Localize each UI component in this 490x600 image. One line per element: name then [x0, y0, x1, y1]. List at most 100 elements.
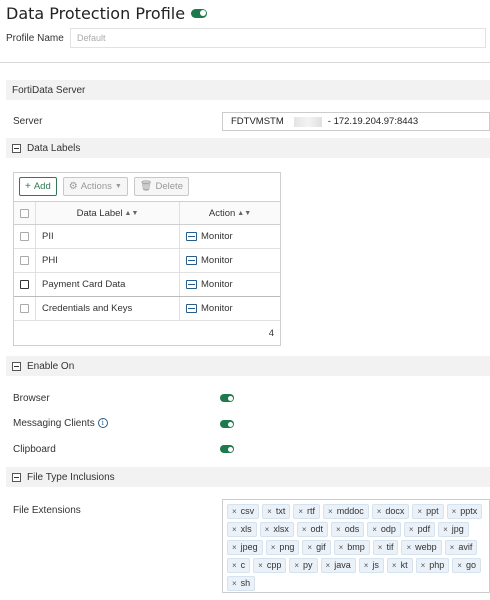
- file-extensions-label: File Extensions: [13, 505, 81, 516]
- remove-chip-icon[interactable]: ×: [336, 525, 341, 534]
- row-checkbox[interactable]: [20, 232, 29, 241]
- remove-chip-icon[interactable]: ×: [271, 543, 276, 552]
- table-row[interactable]: PHI Monitor: [14, 249, 280, 273]
- extension-chip: × pptx: [446, 503, 483, 519]
- extension-chip: × tif: [372, 539, 399, 555]
- extension-chip-label: jpg: [451, 524, 464, 534]
- profile-name-input[interactable]: Default: [70, 28, 486, 48]
- messaging-clients-label: Messaging Clients i: [13, 418, 108, 429]
- table-toolbar: + Add ⚙ Actions ▼ 🗑 Delete: [19, 177, 195, 196]
- extension-chip-label: go: [465, 560, 476, 570]
- extension-chip-label: rtf: [307, 506, 316, 516]
- remove-chip-icon[interactable]: ×: [417, 507, 422, 516]
- row-checkbox[interactable]: [20, 304, 29, 313]
- remove-chip-icon[interactable]: ×: [328, 507, 333, 516]
- collapse-icon[interactable]: [12, 143, 21, 153]
- divider: [0, 62, 490, 63]
- add-button[interactable]: + Add: [19, 177, 57, 196]
- remove-chip-icon[interactable]: ×: [232, 507, 237, 516]
- remove-chip-icon[interactable]: ×: [364, 561, 369, 570]
- remove-chip-icon[interactable]: ×: [232, 561, 237, 570]
- remove-chip-icon[interactable]: ×: [298, 507, 303, 516]
- profile-enabled-toggle[interactable]: [191, 8, 208, 18]
- extension-chip-label: xlsx: [273, 524, 289, 534]
- browser-label: Browser: [13, 393, 50, 404]
- select-all-checkbox[interactable]: [20, 208, 29, 218]
- profile-name-row: Profile Name Default: [6, 28, 486, 48]
- remove-chip-icon[interactable]: ×: [294, 561, 299, 570]
- remove-chip-icon[interactable]: ×: [372, 525, 377, 534]
- remove-chip-icon[interactable]: ×: [339, 543, 344, 552]
- extension-chip-label: java: [334, 560, 351, 570]
- remove-chip-icon[interactable]: ×: [232, 543, 237, 552]
- remove-chip-icon[interactable]: ×: [326, 561, 331, 570]
- caret-down-icon: ▼: [114, 183, 122, 190]
- clipboard-toggle[interactable]: [220, 445, 234, 453]
- extension-chip: × odt: [296, 521, 329, 537]
- file-extensions-input[interactable]: × csv × txt × rtf × mddoc × docx × ppt × pptx × xls × xls…: [222, 499, 490, 593]
- sort-icon: ▲▼: [237, 209, 252, 217]
- sort-icon: ▲▼: [124, 209, 139, 217]
- section-data-labels[interactable]: Data Labels: [6, 138, 490, 158]
- actions-dropdown[interactable]: ⚙ Actions ▼: [62, 177, 128, 196]
- extension-chip-label: gif: [316, 542, 326, 552]
- extension-chip: × bmp: [333, 539, 370, 555]
- table-row[interactable]: PII Monitor: [14, 225, 280, 249]
- section-enable-on[interactable]: Enable On: [6, 356, 490, 376]
- extension-chip: × jpeg: [227, 539, 263, 555]
- table-row[interactable]: Credentials and Keys Monitor: [14, 297, 280, 321]
- trash-icon: 🗑: [139, 181, 153, 192]
- table-row[interactable]: Payment Card Data Monitor: [14, 273, 280, 297]
- extension-chip: × xlsx: [259, 521, 294, 537]
- remove-chip-icon[interactable]: ×: [406, 543, 411, 552]
- remove-chip-icon[interactable]: ×: [457, 561, 462, 570]
- remove-chip-icon[interactable]: ×: [378, 543, 383, 552]
- monitor-icon: [186, 280, 197, 289]
- profile-name-label: Profile Name: [6, 32, 64, 44]
- gear-icon: ⚙: [68, 181, 78, 192]
- remove-chip-icon[interactable]: ×: [452, 507, 457, 516]
- remove-chip-icon[interactable]: ×: [377, 507, 382, 516]
- collapse-icon[interactable]: [12, 361, 21, 371]
- remove-chip-icon[interactable]: ×: [443, 525, 448, 534]
- remove-chip-icon[interactable]: ×: [307, 543, 312, 552]
- plus-icon: +: [25, 181, 31, 192]
- extension-chip: × go: [452, 557, 481, 573]
- messaging-clients-toggle[interactable]: [220, 420, 234, 428]
- collapse-icon[interactable]: [12, 472, 21, 482]
- extension-chip: × java: [320, 557, 356, 573]
- remove-chip-icon[interactable]: ×: [302, 525, 307, 534]
- remove-chip-icon[interactable]: ×: [267, 507, 272, 516]
- clipboard-label: Clipboard: [13, 444, 56, 455]
- extension-chip: × kt: [386, 557, 413, 573]
- row-checkbox[interactable]: [20, 280, 29, 289]
- page-title: Data Protection Profile: [6, 3, 186, 23]
- extension-chip-label: ppt: [426, 506, 439, 516]
- server-select[interactable]: FDTVMSTM - 172.19.204.97:8443: [222, 112, 490, 131]
- remove-chip-icon[interactable]: ×: [421, 561, 426, 570]
- remove-chip-icon[interactable]: ×: [450, 543, 455, 552]
- column-header-data-label[interactable]: Data Label ▲▼: [36, 202, 180, 224]
- row-checkbox[interactable]: [20, 256, 29, 265]
- add-button-label: Add: [33, 181, 51, 192]
- remove-chip-icon[interactable]: ×: [232, 525, 237, 534]
- browser-toggle[interactable]: [220, 394, 234, 402]
- remove-chip-icon[interactable]: ×: [265, 525, 270, 534]
- extension-chip: × xls: [227, 521, 257, 537]
- remove-chip-icon[interactable]: ×: [258, 561, 263, 570]
- row-checkbox-cell: [14, 297, 36, 320]
- column-header-action[interactable]: Action ▲▼: [180, 202, 280, 224]
- section-fortidata-server: FortiData Server: [6, 80, 490, 100]
- extension-chip-label: csv: [240, 506, 255, 516]
- delete-button[interactable]: 🗑 Delete: [133, 177, 189, 196]
- row-action-text: Monitor: [201, 303, 233, 314]
- monitor-icon: [186, 232, 197, 241]
- info-icon[interactable]: i: [97, 418, 108, 429]
- server-name-redacted: [293, 116, 322, 127]
- remove-chip-icon[interactable]: ×: [409, 525, 414, 534]
- row-checkbox-cell: [14, 273, 36, 296]
- section-data-labels-label: Data Labels: [27, 142, 81, 154]
- remove-chip-icon[interactable]: ×: [232, 579, 237, 588]
- remove-chip-icon[interactable]: ×: [392, 561, 397, 570]
- section-file-type-inclusions[interactable]: File Type Inclusions: [6, 467, 490, 487]
